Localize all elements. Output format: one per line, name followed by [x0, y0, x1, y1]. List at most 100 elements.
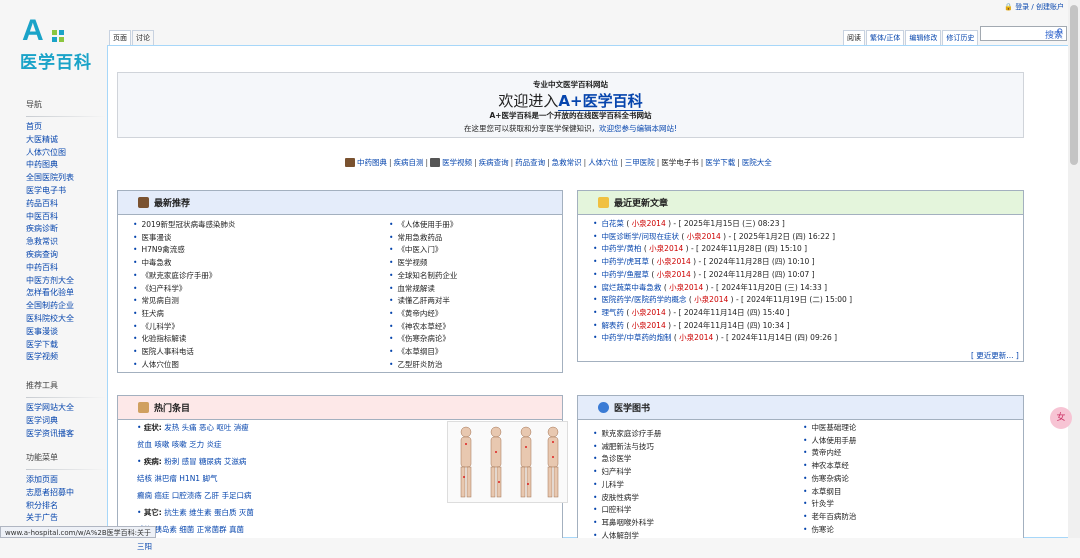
sidebar-item-13[interactable]: 怎样看化验单: [26, 287, 106, 300]
more-recent-link[interactable]: [ 更近更新... ]: [971, 350, 1019, 361]
hot-link[interactable]: 癫痫: [137, 491, 152, 500]
hot-link[interactable]: 粉刺: [164, 457, 179, 466]
featured-item[interactable]: 《中医入门》: [389, 244, 457, 257]
sidebar-func-3[interactable]: 关于广告: [26, 512, 106, 525]
hot-link[interactable]: 乙肝: [204, 491, 219, 500]
scrollbar-thumb[interactable]: [1070, 5, 1078, 165]
site-logo[interactable]: A 医学百科: [18, 16, 94, 74]
recent-item-user[interactable]: 小泉2014: [632, 308, 666, 317]
book-item[interactable]: 减肥新法与技巧: [593, 441, 661, 454]
featured-item[interactable]: 医院人事科电话: [133, 346, 236, 359]
sidebar-item-4[interactable]: 全国医院列表: [26, 172, 106, 185]
tab-discussion[interactable]: 讨论: [132, 30, 154, 45]
featured-item[interactable]: 《默克家庭诊疗手册》: [133, 270, 236, 283]
tab-traditional[interactable]: 繁体/正体: [866, 30, 905, 45]
tab-history[interactable]: 修订历史: [942, 30, 979, 45]
hot-link[interactable]: 消瘦: [234, 423, 249, 432]
recent-item-link[interactable]: 中药学/虎耳草: [601, 257, 649, 266]
recent-item-link[interactable]: 白花菜: [601, 219, 624, 228]
sidebar-tool-0[interactable]: 医学网站大全: [26, 402, 106, 415]
book-item[interactable]: 老年百病防治: [803, 511, 856, 524]
quicknav-link-8[interactable]: 医学电子书: [661, 157, 699, 168]
featured-item[interactable]: 《黄帝内经》: [389, 308, 457, 321]
hot-link[interactable]: 手足口病: [222, 491, 252, 500]
sidebar-item-10[interactable]: 疾病查询: [26, 249, 106, 262]
hot-link[interactable]: 抗生素: [164, 508, 187, 517]
book-item[interactable]: 皮肤性病学: [593, 492, 661, 505]
recent-item-user[interactable]: 小泉2014: [687, 232, 721, 241]
featured-item[interactable]: 《伤寒杂病论》: [389, 333, 457, 346]
featured-item[interactable]: 常见病自测: [133, 295, 236, 308]
recent-item-user[interactable]: 小泉2014: [669, 283, 703, 292]
hot-link[interactable]: 灭菌: [239, 508, 254, 517]
hot-link[interactable]: 咳嗽: [172, 440, 187, 449]
hot-link[interactable]: 艾滋病: [224, 457, 247, 466]
acupoint-figure-image[interactable]: [447, 421, 568, 503]
hot-link[interactable]: H1N1: [179, 474, 200, 483]
book-item[interactable]: 针灸学: [803, 498, 856, 511]
sidebar-item-8[interactable]: 疾病诊断: [26, 223, 106, 236]
sidebar-item-7[interactable]: 中医百科: [26, 211, 106, 224]
book-item[interactable]: 妇产科学: [593, 466, 661, 479]
tab-read[interactable]: 阅读: [843, 30, 865, 45]
featured-item[interactable]: 血常规解读: [389, 283, 457, 296]
sidebar-item-14[interactable]: 全国制药企业: [26, 300, 106, 313]
quicknav-link-2[interactable]: 医学视频: [442, 157, 472, 168]
quicknav-link-0[interactable]: 中药图典: [357, 157, 387, 168]
hot-link[interactable]: 维生素: [189, 508, 212, 517]
quicknav-link-1[interactable]: 疾病自测: [394, 157, 424, 168]
featured-item[interactable]: 《本草纲目》: [389, 346, 457, 359]
book-item[interactable]: 口腔科学: [593, 504, 661, 517]
hot-link[interactable]: 三阳: [137, 542, 152, 551]
book-item[interactable]: 人体解剖学: [593, 530, 661, 543]
hot-link[interactable]: 感冒: [182, 457, 197, 466]
recent-item-user[interactable]: 小泉2014: [649, 244, 683, 253]
tab-page[interactable]: 页面: [109, 30, 131, 45]
quicknav-link-5[interactable]: 急救常识: [552, 157, 582, 168]
featured-item[interactable]: 人体穴位图: [133, 359, 236, 372]
featured-item[interactable]: 化验指标解读: [133, 333, 236, 346]
sidebar-tool-2[interactable]: 医学资讯播客: [26, 428, 106, 441]
recent-item-link[interactable]: 中医诊断学/问现在症状: [601, 232, 679, 241]
featured-item[interactable]: 中毒急救: [133, 257, 236, 270]
sidebar-item-12[interactable]: 中医方剂大全: [26, 275, 106, 288]
featured-item[interactable]: H7N9禽流感: [133, 244, 236, 257]
hot-link[interactable]: 糖尿病: [199, 457, 222, 466]
featured-item[interactable]: 《人体使用手册》: [389, 219, 457, 232]
featured-item[interactable]: 《神农本草经》: [389, 321, 457, 334]
featured-item[interactable]: 医学视频: [389, 257, 457, 270]
sidebar-func-0[interactable]: 添加页面: [26, 474, 106, 487]
book-item[interactable]: 儿科学: [593, 479, 661, 492]
recent-item-link[interactable]: 腐烂蔬菜中毒急救: [601, 283, 661, 292]
recent-item-user[interactable]: 小泉2014: [679, 333, 713, 342]
sidebar-item-5[interactable]: 医学电子书: [26, 185, 106, 198]
recent-item-user[interactable]: 小泉2014: [632, 321, 666, 330]
quicknav-link-4[interactable]: 药品查询: [515, 157, 545, 168]
book-item[interactable]: 中医基础理论: [803, 422, 856, 435]
hot-link[interactable]: 脚气: [202, 474, 217, 483]
featured-item[interactable]: 全球知名制药企业: [389, 270, 457, 283]
recent-item-link[interactable]: 中药学/中草药的炮制: [601, 333, 671, 342]
recent-item-user[interactable]: 小泉2014: [657, 270, 691, 279]
quicknav-link-9[interactable]: 医学下载: [705, 157, 735, 168]
sidebar-func-2[interactable]: 积分排名: [26, 500, 106, 513]
quicknav-link-3[interactable]: 疾病查询: [479, 157, 509, 168]
hot-link[interactable]: 头痛: [182, 423, 197, 432]
quicknav-link-7[interactable]: 三甲医院: [625, 157, 655, 168]
book-item[interactable]: 黄帝内经: [803, 447, 856, 460]
featured-item[interactable]: 常用急救药品: [389, 232, 457, 245]
login-link[interactable]: 🔒 登录 / 创建账户: [1004, 2, 1064, 12]
sidebar-tool-1[interactable]: 医学词典: [26, 415, 106, 428]
book-item[interactable]: 伤寒论: [803, 524, 856, 537]
hot-link[interactable]: 炎症: [207, 440, 222, 449]
search-icon[interactable]: ⚲: [1056, 28, 1063, 38]
hot-link[interactable]: 咳嗽: [154, 440, 169, 449]
search-input[interactable]: 搜索 ⚲: [980, 26, 1067, 41]
featured-item[interactable]: 《儿科学》: [133, 321, 236, 334]
quicknav-link-10[interactable]: 医院大全: [742, 157, 772, 168]
sidebar-item-0[interactable]: 首页: [26, 121, 106, 134]
login-text[interactable]: 登录 / 创建账户: [1015, 3, 1064, 11]
book-item[interactable]: 伤寒杂病论: [803, 473, 856, 486]
hot-link[interactable]: 发热: [164, 423, 179, 432]
sidebar-item-1[interactable]: 大医精诚: [26, 134, 106, 147]
